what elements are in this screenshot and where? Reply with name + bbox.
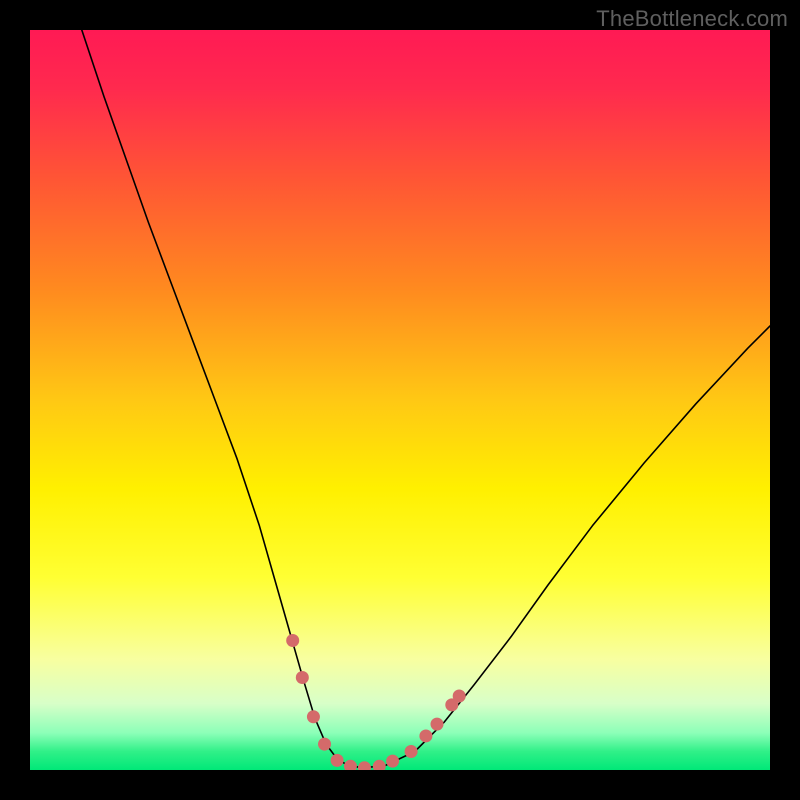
highlight-dot [307, 710, 320, 723]
watermark-label: TheBottleneck.com [596, 6, 788, 32]
highlight-dot [286, 634, 299, 647]
highlight-dot [318, 738, 331, 751]
highlight-dot [453, 690, 466, 703]
plot-area [30, 30, 770, 770]
gradient-background [30, 30, 770, 770]
chart-svg [30, 30, 770, 770]
highlight-dot [296, 671, 309, 684]
highlight-dot [419, 729, 432, 742]
highlight-dot [386, 755, 399, 768]
highlight-dot [405, 745, 418, 758]
chart-frame: TheBottleneck.com [0, 0, 800, 800]
highlight-dot [431, 718, 444, 731]
highlight-dot [331, 754, 344, 767]
